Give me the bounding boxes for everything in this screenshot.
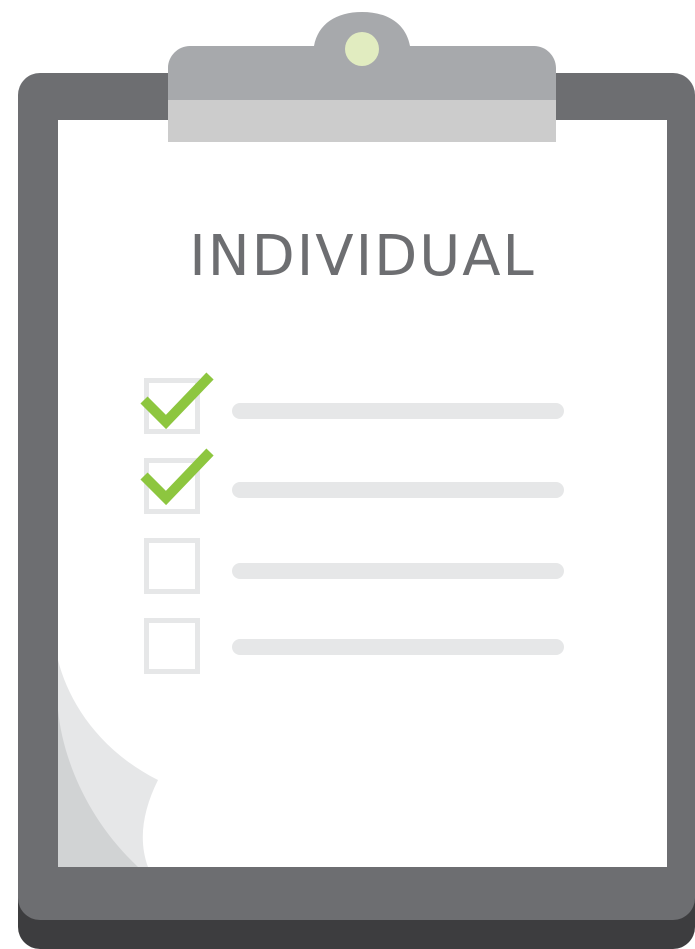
placeholder-line-2 bbox=[232, 482, 564, 498]
checkmark-icon bbox=[140, 372, 214, 430]
placeholder-line-3 bbox=[232, 563, 564, 579]
page-curl-icon bbox=[58, 660, 158, 867]
placeholder-line-4 bbox=[232, 639, 564, 655]
checkbox-3[interactable] bbox=[144, 538, 200, 594]
placeholder-line-1 bbox=[232, 403, 564, 419]
clipboard-clip-icon bbox=[168, 12, 556, 142]
checkmark-icon bbox=[140, 448, 214, 506]
checkbox-4[interactable] bbox=[144, 618, 200, 674]
clipboard-illustration: INDIVIDUAL bbox=[0, 0, 695, 949]
page-title: INDIVIDUAL bbox=[189, 224, 536, 289]
